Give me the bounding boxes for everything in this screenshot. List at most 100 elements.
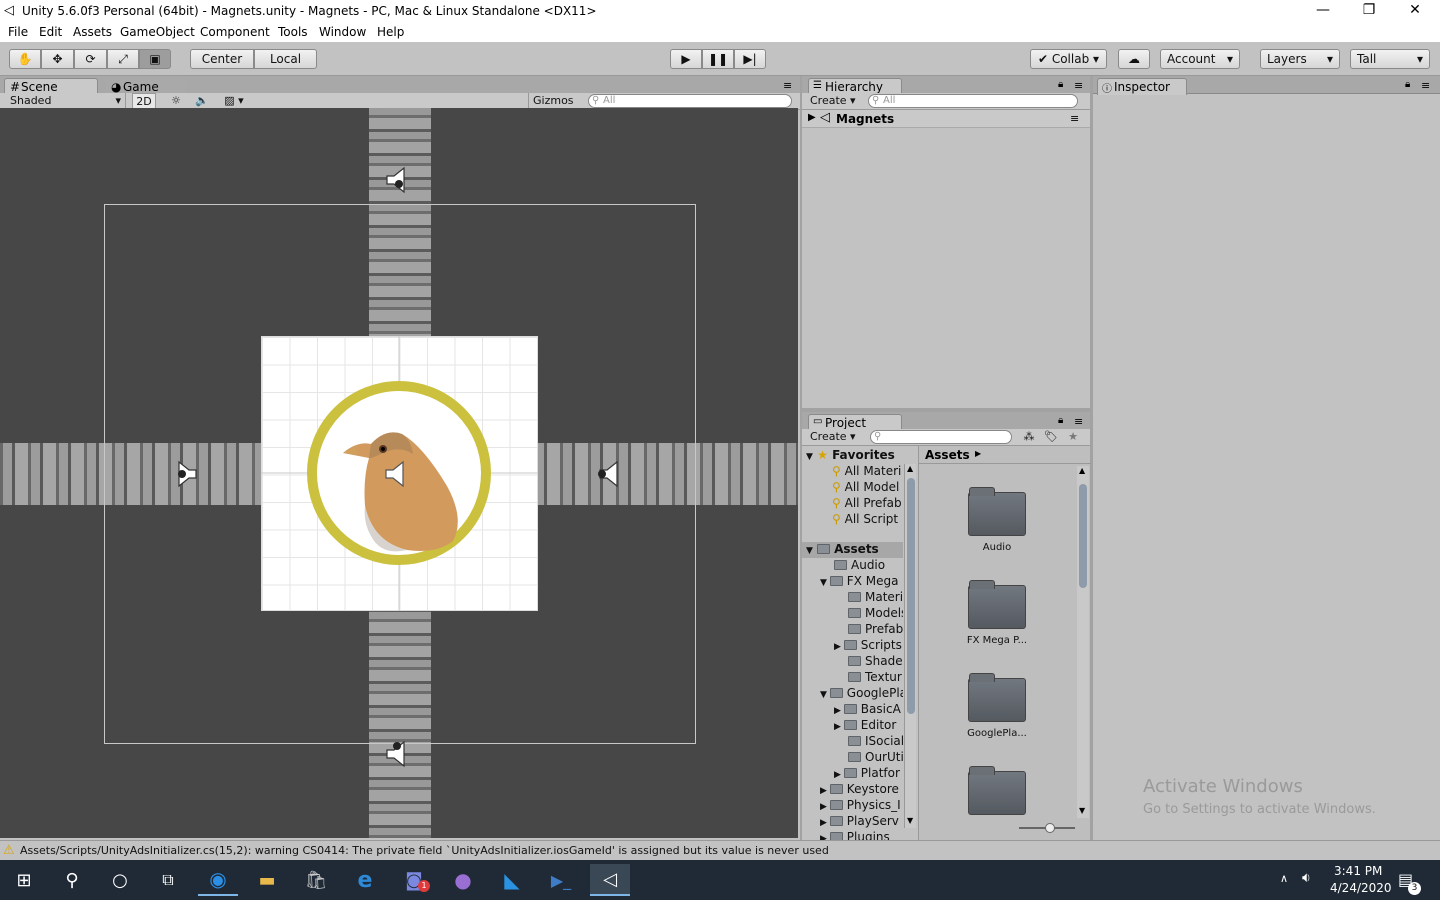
- zoom-slider-thumb[interactable]: [1045, 823, 1055, 833]
- tree-item[interactable]: Materia: [848, 590, 903, 606]
- panel-menu-icon[interactable]: ≡: [1074, 79, 1083, 92]
- speaker-gizmo-icon[interactable]: [168, 458, 200, 490]
- menu-file[interactable]: File: [8, 25, 28, 39]
- cortana-icon[interactable]: ○: [100, 864, 140, 896]
- clock-date[interactable]: 4/24/2020: [1330, 881, 1392, 895]
- hierarchy-search-input[interactable]: ⚲ All: [868, 94, 1078, 108]
- windows-start-icon[interactable]: ⊞: [4, 864, 44, 896]
- account-dropdown[interactable]: Account ▾: [1160, 49, 1240, 69]
- clock-time[interactable]: 3:41 PM: [1334, 864, 1382, 878]
- grid-scrollbar[interactable]: ▲ ▼: [1077, 466, 1089, 818]
- scroll-down-icon[interactable]: ▼: [907, 816, 913, 825]
- speaker-gizmo-icon[interactable]: [382, 458, 414, 490]
- play-button[interactable]: ▶: [670, 49, 702, 69]
- speaker-gizmo-icon[interactable]: [596, 458, 628, 490]
- scale-tool-button[interactable]: ⤢: [107, 49, 139, 69]
- store-icon[interactable]: 🛍︎: [296, 864, 336, 896]
- filter-label-button[interactable]: 🏷︎: [1042, 429, 1060, 446]
- scene-search-input[interactable]: ⚲ All: [588, 94, 792, 108]
- scroll-up-icon[interactable]: ▲: [907, 464, 913, 473]
- scroll-up-icon[interactable]: ▲: [1079, 466, 1085, 475]
- panel-menu-icon[interactable]: ≡: [1074, 415, 1083, 428]
- lock-icon[interactable]: 🔒︎: [1058, 415, 1063, 426]
- folder-icon[interactable]: [968, 673, 1026, 722]
- task-view-icon[interactable]: ⧉: [148, 864, 188, 896]
- tab-inspector[interactable]: ⓘ Inspector: [1097, 78, 1187, 95]
- step-button[interactable]: ▶|: [734, 49, 766, 69]
- project-create-dropdown[interactable]: Create ▾: [810, 429, 862, 446]
- unity-taskbar-icon[interactable]: ◁: [590, 864, 630, 896]
- tree-scroll-thumb[interactable]: [907, 478, 915, 714]
- tree-item[interactable]: ▶ PlayServ: [820, 814, 899, 830]
- filter-type-button[interactable]: ⁂: [1020, 429, 1038, 446]
- powershell-icon[interactable]: ▶_: [541, 864, 581, 896]
- layout-dropdown[interactable]: Tall ▾: [1350, 49, 1430, 69]
- menu-window[interactable]: Window: [319, 25, 366, 39]
- tree-item[interactable]: ▼ GooglePla: [820, 686, 903, 702]
- panel-menu-icon[interactable]: ≡: [783, 79, 792, 92]
- tree-item[interactable]: ▼ FX Mega: [820, 574, 898, 590]
- hierarchy-scene-row[interactable]: ▶ ◁ Magnets ≡: [802, 110, 1090, 128]
- github-icon[interactable]: ●: [443, 864, 483, 896]
- favorite-item[interactable]: ⚲ All Materi: [832, 464, 901, 480]
- menu-gameobject[interactable]: GameObject: [120, 25, 195, 39]
- tree-item[interactable]: Prefab: [848, 622, 903, 638]
- menu-edit[interactable]: Edit: [39, 25, 62, 39]
- hierarchy-create-dropdown[interactable]: Create ▾: [810, 93, 862, 110]
- lock-icon[interactable]: 🔒︎: [1405, 79, 1410, 90]
- tree-item[interactable]: ▶ Physics_I: [820, 798, 901, 814]
- tree-item[interactable]: OurUtil: [848, 750, 903, 766]
- scene-viewport[interactable]: [0, 108, 798, 838]
- tree-item[interactable]: Models: [848, 606, 903, 622]
- layers-dropdown[interactable]: Layers ▾: [1260, 49, 1340, 69]
- lock-icon[interactable]: 🔒︎: [1058, 79, 1063, 90]
- discord-icon[interactable]: ◙ 1: [394, 864, 434, 896]
- folder-icon[interactable]: [968, 766, 1026, 815]
- search-icon[interactable]: ⚲: [52, 864, 92, 896]
- tree-item[interactable]: ▶ Keystore: [820, 782, 899, 798]
- tree-item[interactable]: Shader: [848, 654, 903, 670]
- favorite-item[interactable]: ⚲ All Prefab: [832, 496, 902, 512]
- speaker-gizmo-icon[interactable]: [383, 164, 415, 196]
- tree-scrollbar[interactable]: ▲ ▼: [904, 464, 916, 828]
- tree-item[interactable]: ISocial: [848, 734, 903, 750]
- status-bar[interactable]: ⚠ Assets/Scripts/UnityAdsInitializer.cs(…: [0, 840, 1440, 860]
- rect-tool-button[interactable]: ▣: [139, 49, 171, 69]
- tree-item[interactable]: ▶ Editor: [834, 718, 896, 734]
- tree-item[interactable]: ▶ Scripts: [834, 638, 902, 654]
- speaker-gizmo-icon[interactable]: [383, 738, 415, 770]
- vscode-icon[interactable]: ◣: [492, 864, 532, 896]
- favorite-button[interactable]: ★: [1064, 429, 1082, 446]
- grid-item-label[interactable]: GooglePla...: [952, 728, 1042, 739]
- tree-item[interactable]: ▶ BasicA: [834, 702, 901, 718]
- minimize-button[interactable]: —: [1300, 2, 1346, 22]
- move-tool-button[interactable]: ✥: [41, 49, 74, 69]
- file-explorer-icon[interactable]: ▬: [247, 864, 287, 896]
- project-search-input[interactable]: ⚲: [870, 430, 1012, 444]
- rotate-tool-button[interactable]: ⟳: [74, 49, 107, 69]
- menu-help[interactable]: Help: [377, 25, 404, 39]
- tree-item[interactable]: ▶ Platfor: [834, 766, 900, 782]
- tree-item[interactable]: Audio: [834, 558, 885, 574]
- tree-item[interactable]: Textur: [848, 670, 902, 686]
- restore-button[interactable]: ❐: [1346, 2, 1392, 22]
- grid-item-label[interactable]: FX Mega P...: [952, 635, 1042, 646]
- hand-tool-button[interactable]: ✋: [9, 49, 41, 69]
- folder-icon[interactable]: [968, 580, 1026, 629]
- favorite-item[interactable]: ⚲ All Script: [832, 512, 898, 528]
- scene-menu-icon[interactable]: ≡: [1070, 112, 1079, 125]
- favorites-header[interactable]: ▼ ★ Favorites: [806, 448, 895, 464]
- pivot-local-button[interactable]: Local: [254, 49, 317, 69]
- menu-component[interactable]: Component: [200, 25, 270, 39]
- panel-menu-icon[interactable]: ≡: [1421, 79, 1430, 92]
- favorite-item[interactable]: ⚲ All Model: [832, 480, 899, 496]
- folder-icon[interactable]: [968, 487, 1026, 536]
- volume-icon[interactable]: 🔉︎: [1302, 870, 1311, 886]
- cloud-button[interactable]: ☁: [1118, 49, 1150, 69]
- pause-button[interactable]: ❚❚: [702, 49, 734, 69]
- collab-dropdown[interactable]: ✔ Collab ▾: [1030, 49, 1107, 69]
- chevron-up-icon[interactable]: ∧: [1280, 872, 1288, 885]
- expand-arrow-icon[interactable]: ▶: [808, 112, 816, 123]
- grid-scroll-thumb[interactable]: [1079, 484, 1087, 588]
- assets-root[interactable]: ▼ Assets: [802, 542, 903, 558]
